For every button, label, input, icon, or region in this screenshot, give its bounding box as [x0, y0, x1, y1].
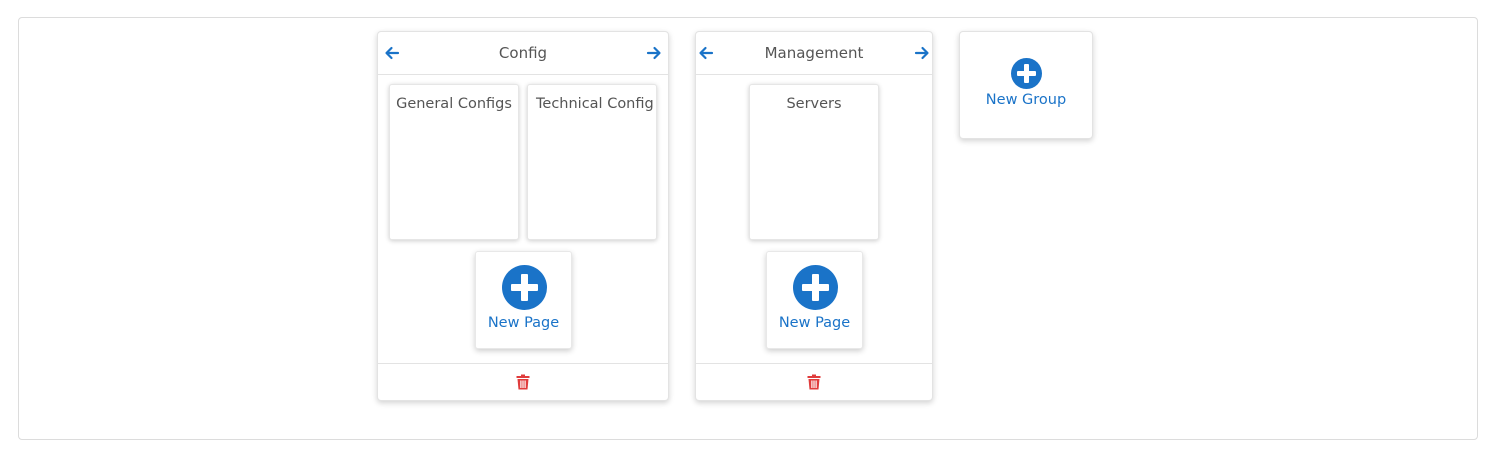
trash-icon[interactable]: [807, 374, 821, 390]
plus-circle-icon: [793, 265, 838, 310]
new-group-button[interactable]: New Group: [959, 31, 1093, 139]
arrow-right-icon[interactable]: [914, 45, 930, 61]
page-title: General Configs: [396, 96, 512, 112]
arrow-left-icon[interactable]: [384, 45, 400, 61]
page-card-general-configs[interactable]: General Configs: [389, 84, 519, 240]
page-card-technical-config[interactable]: Technical Config: [527, 84, 657, 240]
new-page-button[interactable]: New Page: [766, 251, 863, 349]
new-page-label: New Page: [487, 315, 560, 331]
new-group-label: New Group: [985, 92, 1067, 108]
group-header: Management: [696, 32, 932, 75]
group-config: Config General Configs Technical Config …: [377, 31, 669, 401]
group-footer: [696, 363, 932, 400]
group-header: Config: [378, 32, 668, 75]
arrow-left-icon[interactable]: [698, 45, 714, 61]
page-card-servers[interactable]: Servers: [749, 84, 879, 240]
new-page-button[interactable]: New Page: [475, 251, 572, 349]
group-management: Management Servers New Page: [695, 31, 933, 401]
page-title: Technical Config: [536, 96, 654, 112]
arrow-right-icon[interactable]: [646, 45, 662, 61]
trash-icon[interactable]: [516, 374, 530, 390]
group-title: Config: [498, 44, 548, 62]
group-title: Management: [764, 44, 864, 62]
group-footer: [378, 363, 668, 400]
new-page-label: New Page: [778, 315, 851, 331]
page-title: Servers: [786, 96, 842, 112]
plus-circle-icon: [1011, 58, 1042, 89]
plus-circle-icon: [502, 265, 547, 310]
